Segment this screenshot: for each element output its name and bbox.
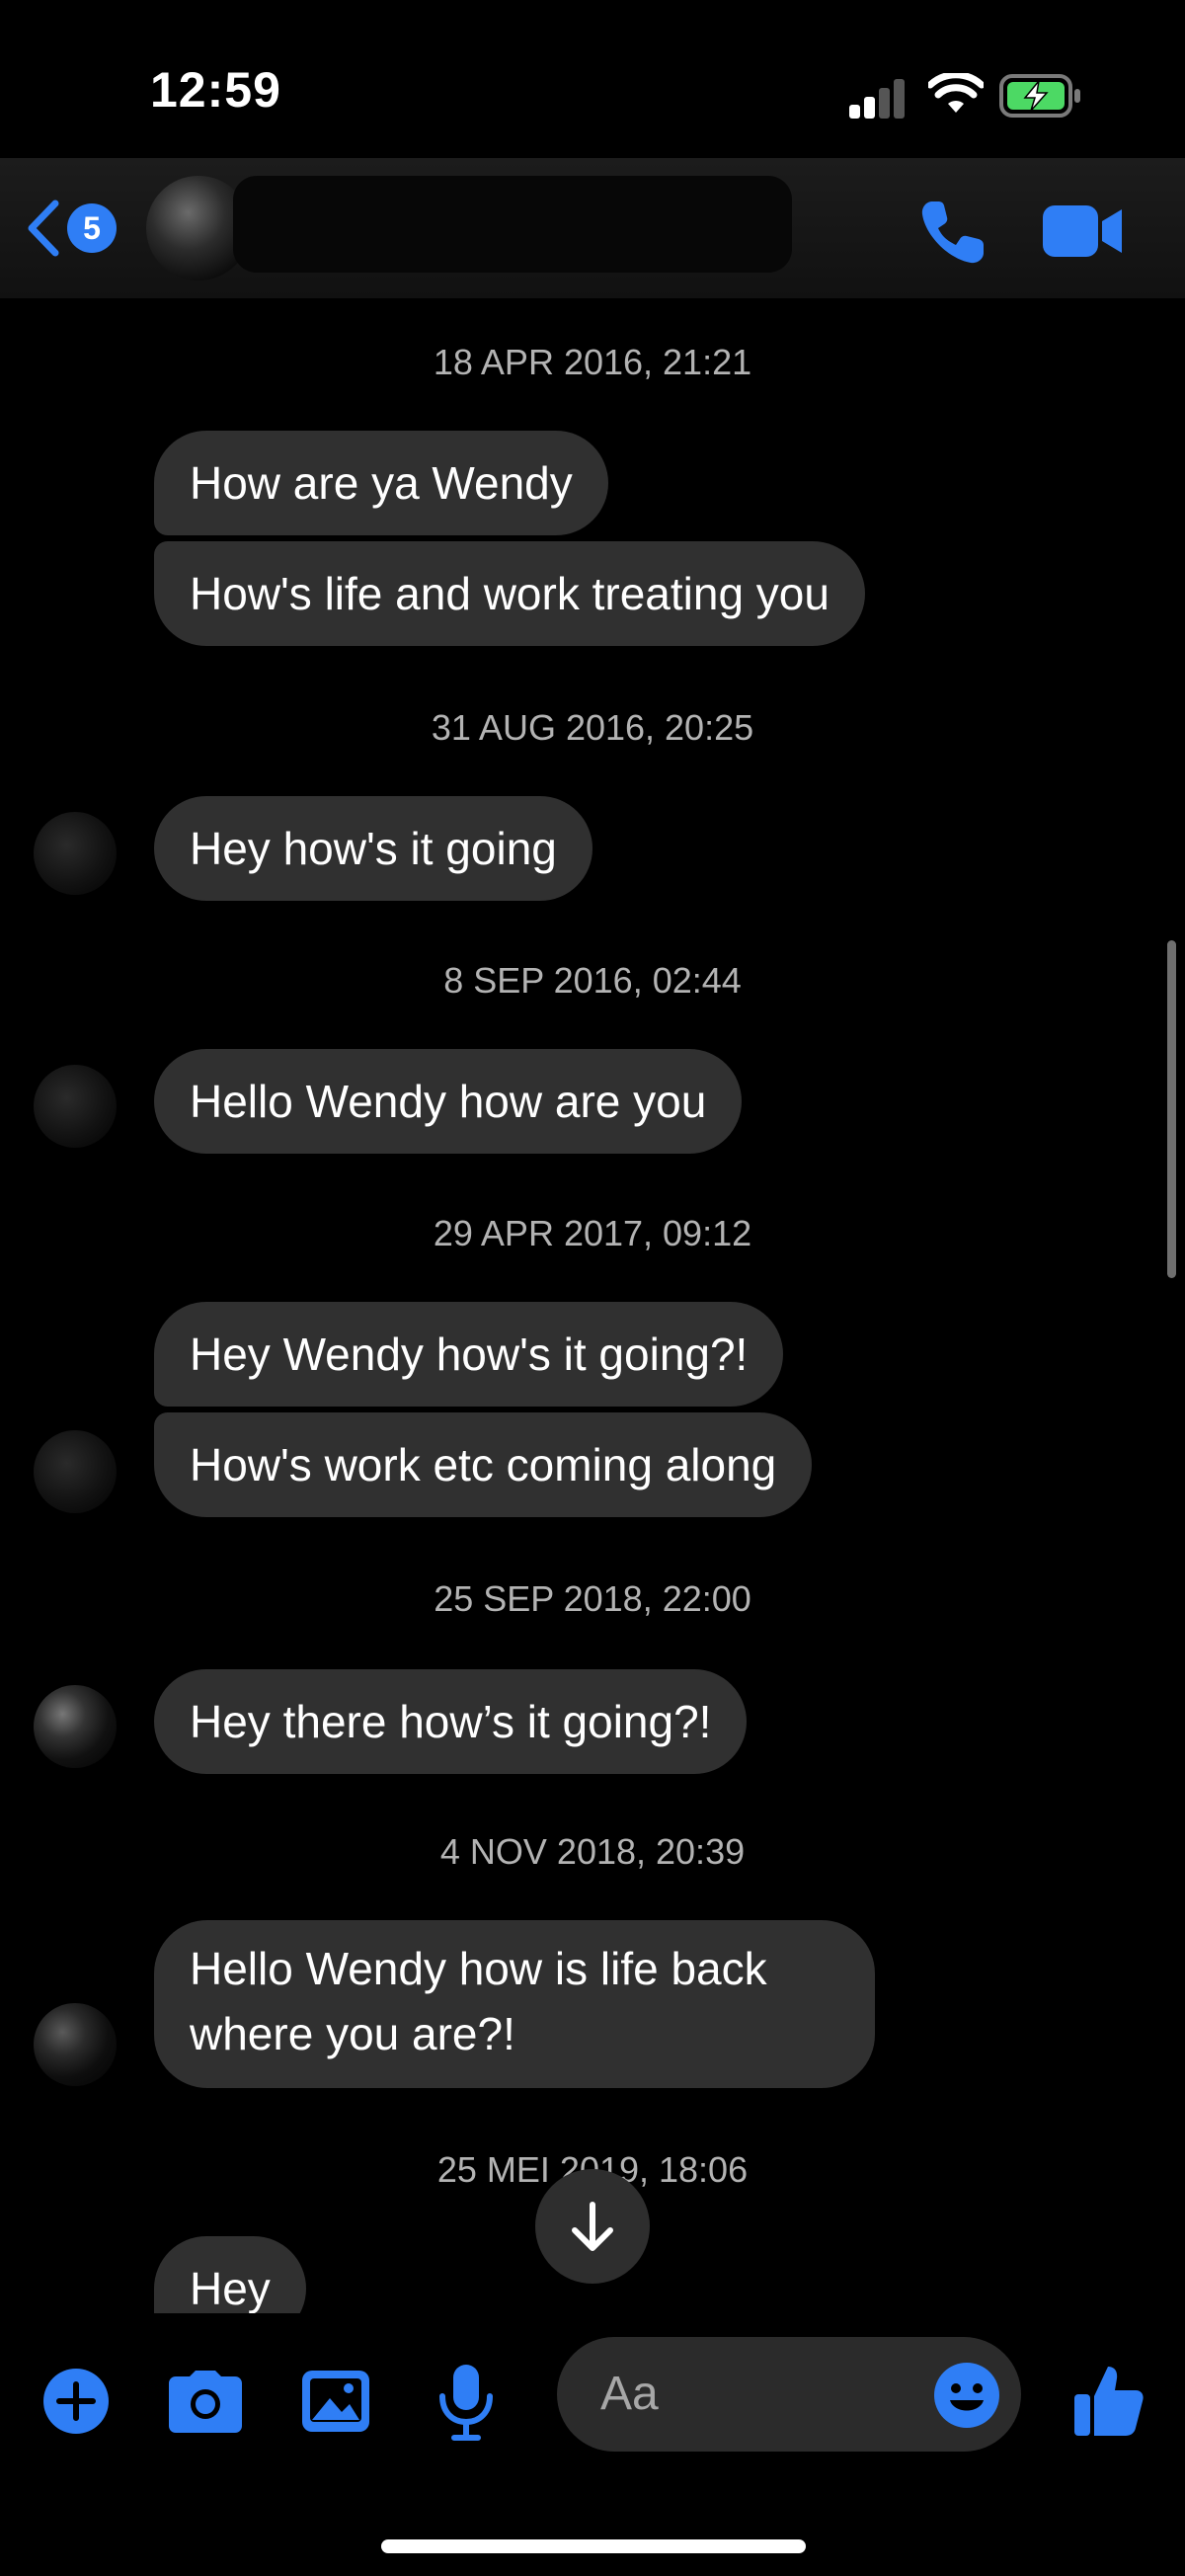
message-timestamp: 31 AUG 2016, 20:25 <box>431 707 754 748</box>
cellular-signal-icon <box>849 75 907 119</box>
battery-charging-icon <box>999 74 1080 118</box>
gallery-icon[interactable] <box>300 2369 371 2434</box>
video-camera-icon[interactable] <box>1041 203 1124 259</box>
message-timestamp: 8 SEP 2016, 02:44 <box>443 960 742 1001</box>
sender-avatar <box>34 1430 117 1513</box>
message-timestamp: 4 NOV 2018, 20:39 <box>439 1831 746 1872</box>
unread-count-badge[interactable]: 5 <box>67 203 117 253</box>
message-bubble[interactable]: Hey there how’s it going?! <box>154 1669 748 1774</box>
contact-name-redacted[interactable] <box>233 176 792 273</box>
message-timestamp: 25 SEP 2018, 22:00 <box>434 1578 751 1619</box>
message-bubble[interactable]: Hey <box>154 2236 306 2313</box>
phone-icon[interactable] <box>918 198 988 267</box>
thumbs-up-icon[interactable] <box>1072 2363 1146 2438</box>
sender-avatar <box>34 1065 117 1148</box>
message-bubble[interactable]: Hey how's it going <box>154 796 592 901</box>
message-input-placeholder: Aa <box>600 2368 659 2420</box>
message-bubble[interactable]: Hello Wendy how are you <box>154 1049 743 1154</box>
arrow-down-icon <box>572 2202 613 2251</box>
message-bubble[interactable]: How's work etc coming along <box>154 1412 813 1517</box>
sender-avatar <box>34 1685 117 1768</box>
scrollbar[interactable] <box>1167 940 1176 1278</box>
microphone-icon[interactable] <box>436 2363 496 2442</box>
wifi-icon <box>928 73 984 113</box>
scroll-to-bottom-button[interactable] <box>535 2169 650 2284</box>
home-indicator[interactable] <box>381 2539 806 2553</box>
message-bubble[interactable]: How are ya Wendy <box>154 431 608 535</box>
plus-icon[interactable] <box>41 2367 111 2436</box>
emoji-icon[interactable] <box>932 2361 1001 2430</box>
message-timestamp: 18 APR 2016, 21:21 <box>433 342 752 382</box>
status-time: 12:59 <box>150 62 281 118</box>
message-timestamp: 29 APR 2017, 09:12 <box>433 1213 752 1253</box>
message-bubble[interactable]: Hey Wendy how's it going?! <box>154 1302 784 1407</box>
sender-avatar <box>34 2003 117 2086</box>
back-chevron-icon[interactable] <box>24 198 63 259</box>
sender-avatar <box>34 812 117 895</box>
camera-icon[interactable] <box>168 2369 243 2434</box>
message-bubble[interactable]: Hello Wendy how is life back where you a… <box>154 1920 875 2088</box>
message-bubble[interactable]: How's life and work treating you <box>154 541 865 646</box>
